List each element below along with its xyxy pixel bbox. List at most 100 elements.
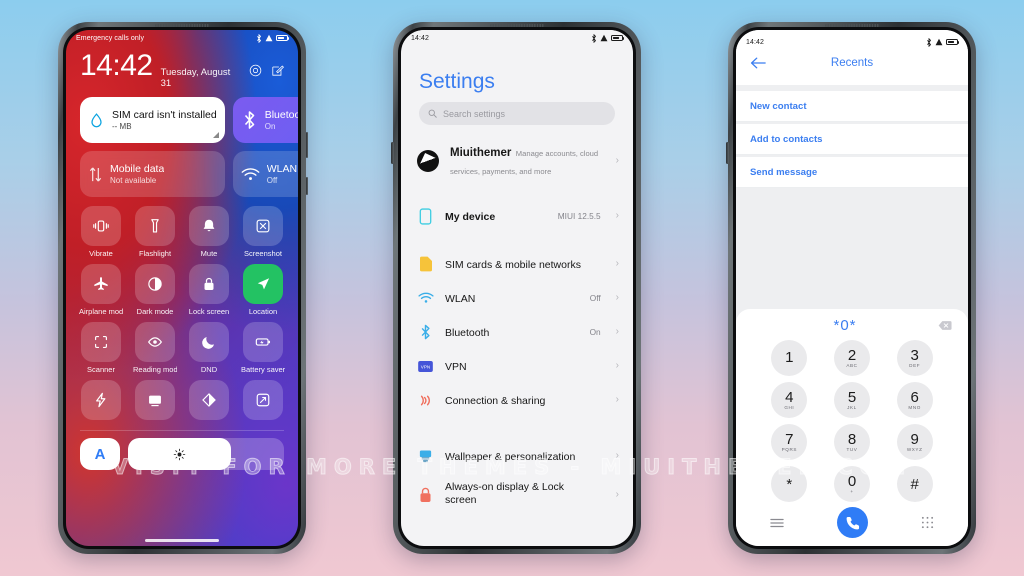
quick-tile-label: Battery saver [241,365,285,374]
dialpad-key-6[interactable]: 6 MNO [896,382,933,418]
quick-tile-battery-saver[interactable]: Battery saver [240,322,286,374]
dialpad-key-8[interactable]: 8 TUV [833,424,870,460]
settings-row-label: Bluetooth [445,327,490,339]
volume-button[interactable] [391,142,394,164]
key-letters: DEF [909,362,921,368]
quick-tile-location[interactable]: Location [240,264,286,316]
group-separator [401,417,633,439]
chevron-right-icon: › [615,155,619,166]
volume-up-button[interactable] [305,177,308,195]
call-button[interactable] [837,507,868,538]
settings-row-bluetooth[interactable]: Bluetooth On › [401,315,633,349]
auto-brightness-button[interactable]: A [80,438,120,470]
bluetooth-icon [927,37,932,47]
quick-tile-label: Scanner [87,365,115,374]
tile-title: Bluetooth [264,109,298,121]
chevron-right-icon: › [615,292,619,303]
power-button[interactable] [305,132,308,158]
search-settings-bar[interactable]: Search settings [419,102,615,125]
brightness-slider[interactable] [128,438,284,470]
account-name: Miuithemer [450,147,512,159]
quick-tile-vibrate[interactable]: Vibrate [78,206,124,258]
dialpad-key-2[interactable]: 2 ABC [833,340,870,376]
settings-list[interactable]: Miuithemer Manage accounts, cloud servic… [401,137,633,546]
phone1-screen: Emergency calls only 14:42 Tuesday, Augu… [66,30,298,546]
quick-tile-label: DND [200,365,218,374]
sim-card-icon [417,256,434,273]
chevron-right-icon: › [615,326,619,337]
settings-row-account[interactable]: Miuithemer Manage accounts, cloud servic… [401,137,633,185]
dialpad-key-1[interactable]: 1 [771,340,808,376]
quick-tile-flashlight[interactable]: Flashlight [132,206,178,258]
quick-tile-lightning[interactable] [78,380,124,423]
quick-tile-half-circle[interactable] [186,380,232,423]
home-indicator[interactable] [145,539,219,542]
quick-tile-cast[interactable] [132,380,178,423]
dialpad-key-star[interactable]: * [771,466,808,502]
settings-row-value: MIUI 12.5.5 [557,211,601,221]
chevron-right-icon: › [615,258,619,269]
chevron-right-icon: › [615,394,619,405]
tile-title: SIM card isn't installed [112,109,217,121]
tile-bluetooth-card[interactable]: Bluetooth On [232,97,298,143]
option-new-contact[interactable]: New contact [736,91,968,122]
quick-tile-screenshot[interactable]: Screenshot [240,206,286,258]
option-add-to-contacts[interactable]: Add to contacts [736,124,968,155]
settings-row-my-device[interactable]: My device MIUI 12.5.5 › [401,199,633,233]
settings-row-connection-sharing[interactable]: Connection & sharing › [401,383,633,417]
mobile-data-icon [89,167,102,181]
chevron-right-icon: › [615,210,619,221]
dialpad-key-7[interactable]: 7 PQRS [771,424,808,460]
group-separator [401,185,633,199]
option-send-message[interactable]: Send message [736,157,968,188]
settings-row-vpn[interactable]: VPN VPN › [401,349,633,383]
volume-button[interactable] [726,142,729,164]
quick-tile-reading-mode[interactable]: Reading mode [132,322,178,374]
statusbar-time: 14:42 [746,38,765,46]
tile-mobile-network-card[interactable]: Mobile data Not available [80,151,225,197]
key-digit: 1 [785,349,794,366]
back-arrow-icon[interactable] [750,56,766,70]
settings-row-wallpaper[interactable]: Wallpaper & personalization › [401,439,633,473]
settings-row-aod-lock-screen[interactable]: Always-on display & Lock screen › [401,473,633,516]
tile-mobile-data-card[interactable]: SIM card isn't installed -- MB [80,97,225,143]
search-icon [428,109,437,118]
keypad-dots-icon[interactable] [921,516,934,529]
key-digit: 7 [785,430,794,448]
dialpad-key-hash[interactable]: # [896,466,933,502]
tile-expand-corner[interactable] [212,132,219,138]
quick-tile-expand[interactable] [240,380,286,423]
menu-lines-icon[interactable] [770,517,784,529]
settings-row-sim-cards[interactable]: SIM cards & mobile networks › [401,247,633,281]
phone1-statusbar: Emergency calls only [66,30,298,46]
key-digit: 2 [847,346,857,364]
dialpad-key-3[interactable]: 3 DEF [896,340,933,376]
backspace-icon[interactable] [938,320,952,331]
quick-tile-dark-mode[interactable]: Dark mode [132,264,178,316]
quick-tile-lock-screen[interactable]: Lock screen [186,264,232,316]
quick-tile-dnd[interactable]: DND [186,322,232,374]
settings-row-wlan[interactable]: WLAN Off › [401,281,633,315]
tile-subtitle: -- MB [112,122,132,131]
quick-tiles-grid: Vibrate Flashlight Mute Screenshot Airpl… [66,197,298,423]
quick-tile-scanner[interactable]: Scanner [78,322,124,374]
quick-tile-mute[interactable]: Mute [186,206,232,258]
warning-icon [265,34,273,42]
screenshot-icon [243,206,283,246]
edit-icon[interactable] [271,64,284,77]
vibrate-icon [81,206,121,246]
dialpad-key-0[interactable]: 0 + [833,466,870,502]
tile-wlan-card[interactable]: WLAN Off [232,151,298,197]
camera-icon[interactable] [249,64,262,77]
search-placeholder: Search settings [443,108,506,119]
avatar [417,150,439,172]
dialed-number[interactable]: *0* [752,317,938,334]
quick-tile-airplane-mode[interactable]: Airplane mode [78,264,124,316]
dialpad-key-4[interactable]: 4 GHI [771,382,808,418]
dialpad-key-9[interactable]: 9 WXYZ [896,424,933,460]
key-letters: ABC [846,362,858,368]
phone-settings: 14:42 Settings Search settings Miuitheme… [391,22,641,554]
dialpad-key-5[interactable]: 5 JKL [833,382,870,418]
settings-row-value: On [589,327,601,337]
wifi-icon [417,290,434,307]
